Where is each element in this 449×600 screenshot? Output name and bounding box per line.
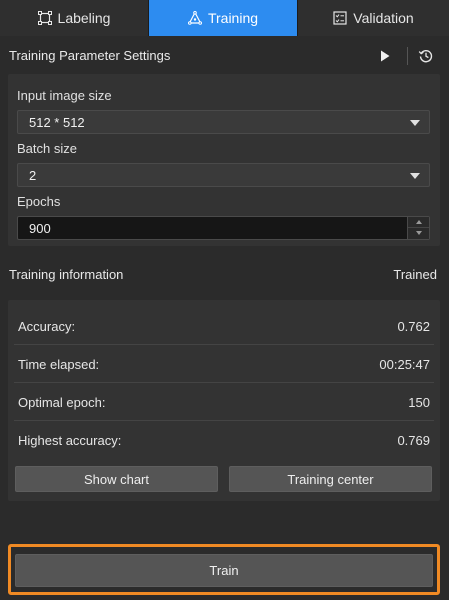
input-size-value: 512 * 512 [29, 114, 85, 130]
tab-validation[interactable]: Validation [298, 0, 449, 36]
training-center-button[interactable]: Training center [229, 466, 432, 492]
batch-size-value: 2 [29, 167, 37, 183]
tab-label: Training [207, 10, 259, 26]
tab-labeling[interactable]: Labeling [0, 0, 149, 36]
row-label: Accuracy: [18, 318, 76, 334]
row-label: Time elapsed: [18, 356, 100, 372]
chevron-down-icon [410, 120, 420, 126]
time-elapsed-row: Time elapsed: 00:25:47 [8, 345, 440, 383]
train-button[interactable]: Train [15, 554, 433, 587]
training-info-title: Training information [9, 267, 124, 282]
row-value: 150 [408, 394, 430, 410]
tab-label: Validation [353, 10, 414, 26]
row-value: 0.762 [397, 318, 430, 334]
tab-training[interactable]: Training [149, 0, 298, 36]
row-label: Optimal epoch: [18, 394, 106, 410]
show-chart-button[interactable]: Show chart [15, 466, 218, 492]
header-divider [407, 47, 408, 65]
training-icon [187, 11, 202, 25]
history-icon[interactable] [418, 48, 434, 64]
chevron-down-icon [410, 173, 420, 179]
play-icon[interactable] [378, 49, 392, 63]
tab-label: Labeling [57, 10, 111, 26]
decrement-button[interactable] [408, 228, 429, 239]
epochs-stepper [407, 217, 429, 239]
input-size-label: Input image size [17, 88, 112, 103]
batch-size-label: Batch size [17, 141, 77, 156]
row-value: 0.769 [397, 432, 430, 448]
epochs-label: Epochs [17, 194, 61, 209]
epochs-value: 900 [29, 220, 51, 236]
row-value: 00:25:47 [379, 356, 430, 372]
accuracy-row: Accuracy: 0.762 [8, 307, 440, 345]
training-info-panel: Accuracy: 0.762 Time elapsed: 00:25:47 O… [8, 300, 440, 501]
tab-bar: Labeling Training Validation [0, 0, 449, 36]
increment-button[interactable] [408, 217, 429, 228]
optimal-epoch-row: Optimal epoch: 150 [8, 383, 440, 421]
epochs-input[interactable]: 900 [17, 216, 430, 240]
highest-accuracy-row: Highest accuracy: 0.769 [8, 421, 440, 459]
validation-icon [333, 11, 347, 25]
input-size-select[interactable]: 512 * 512 [17, 110, 430, 134]
section-title: Training Parameter Settings [9, 47, 171, 63]
row-label: Highest accuracy: [18, 432, 122, 448]
parameter-panel: Input image size 512 * 512 Batch size 2 … [8, 74, 440, 246]
labeling-icon [37, 11, 52, 25]
training-status: Trained [393, 267, 437, 282]
batch-size-select[interactable]: 2 [17, 163, 430, 187]
